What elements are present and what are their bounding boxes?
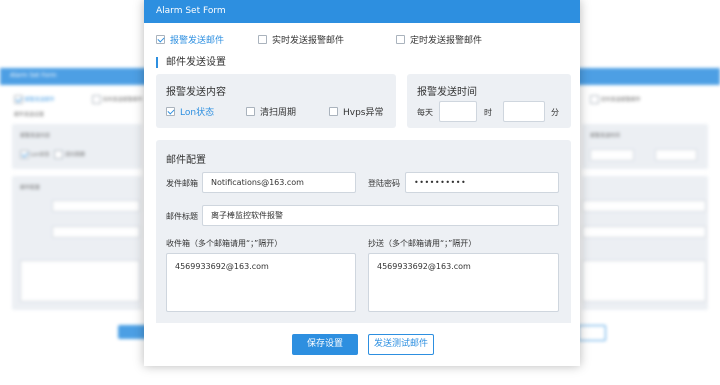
background-textarea [20, 260, 140, 302]
cc-label: 抄送（多个邮箱请用“；”隔开） [368, 239, 477, 248]
checkbox-checked-icon[interactable] [156, 35, 165, 44]
background-panel-option: Lon状态 清扫周期 [20, 150, 85, 159]
minute-unit-label: 分 [551, 108, 559, 117]
checkbox-icon[interactable] [396, 35, 405, 44]
hour-input[interactable] [439, 101, 477, 122]
background-input [582, 200, 706, 212]
section-title: 邮件发送设置 [156, 53, 226, 68]
alarm-time-panel: 报警发送时间 每天 时 分 [407, 74, 571, 128]
background-option: 定时发送报警邮件 [590, 95, 641, 104]
option-label: Lon状态 [180, 108, 215, 118]
sender-email-input[interactable]: Notifications@163.com [202, 172, 356, 193]
background-section-title: 邮件发送设置 [14, 112, 45, 118]
background-title: Alarm Set Form [10, 72, 57, 79]
section-title-text: 邮件发送设置 [166, 57, 226, 68]
background-input [590, 149, 634, 161]
cc-textarea[interactable]: 4569933692@163.com [368, 253, 559, 312]
section-marker [156, 56, 158, 68]
subject-input[interactable]: 离子棒监控软件报警 [202, 205, 559, 226]
background-button [578, 325, 606, 341]
option-label: 报警发送邮件 [170, 36, 225, 46]
send-test-email-button[interactable]: 发送测试邮件 [368, 334, 434, 355]
background-input [52, 200, 140, 212]
content-panel-title: 报警发送内容 [166, 87, 226, 98]
background-mail-title: 邮件配置 [20, 185, 41, 191]
content-option-lon-status[interactable]: Lon状态 [166, 105, 214, 118]
background-input [582, 226, 706, 238]
password-label: 登陆密码 [368, 179, 400, 188]
recipients-label: 收件箱（多个邮箱请用“；”隔开） [166, 239, 283, 248]
background-option-row: 报警发送邮件 [14, 95, 55, 104]
checkbox-icon[interactable] [329, 107, 338, 116]
background-input [655, 149, 697, 161]
background-content-panel [12, 124, 142, 169]
background-panel-title: 报警发送内容 [20, 133, 51, 139]
mail-config-panel: 邮件配置 发件邮箱 Notifications@163.com 登陆密码 •••… [156, 140, 571, 323]
content-option-hvps-error[interactable]: Hvps异常 [329, 105, 384, 118]
option-label: Hvps异常 [343, 108, 384, 118]
checkbox-checked-icon[interactable] [166, 107, 175, 116]
option-send-alarm-email[interactable]: 报警发送邮件 [156, 33, 224, 46]
checkbox-icon[interactable] [258, 35, 267, 44]
hour-unit-label: 时 [484, 108, 492, 117]
option-label: 清扫周期 [260, 108, 297, 118]
sender-label: 发件邮箱 [166, 179, 198, 188]
background-input [52, 226, 140, 238]
option-realtime-alarm-email[interactable]: 实时发送报警邮件 [258, 33, 344, 46]
modal-header: Alarm Set Form [144, 0, 580, 23]
background-time-panel [582, 124, 708, 169]
password-input[interactable]: •••••••••• [405, 172, 559, 193]
option-label: 实时发送报警邮件 [272, 36, 345, 46]
recipients-textarea[interactable]: 4569933692@163.com [166, 253, 356, 312]
checkbox-icon[interactable] [246, 107, 255, 116]
alarm-content-panel: 报警发送内容 Lon状态 清扫周期 Hvps异常 [156, 74, 396, 128]
minute-input[interactable] [503, 101, 545, 122]
alarm-set-form-modal: Alarm Set Form 报警发送邮件 实时发送报警邮件 定时发送报警邮件 … [144, 0, 580, 366]
background-textarea [582, 260, 706, 302]
save-settings-button[interactable]: 保存设置 [292, 334, 358, 355]
background-option: 实时发送报警邮件 [92, 95, 143, 104]
subject-label: 邮件标题 [166, 212, 198, 221]
mail-config-title: 邮件配置 [166, 155, 206, 166]
time-panel-title: 报警发送时间 [417, 87, 477, 98]
option-label: 定时发送报警邮件 [410, 36, 483, 46]
option-scheduled-alarm-email[interactable]: 定时发送报警邮件 [396, 33, 482, 46]
every-day-label: 每天 [417, 108, 433, 117]
modal-title: Alarm Set Form [156, 6, 226, 16]
background-panel-title: 报警发送时间 [590, 133, 621, 139]
content-option-cleaning-cycle[interactable]: 清扫周期 [246, 105, 296, 118]
